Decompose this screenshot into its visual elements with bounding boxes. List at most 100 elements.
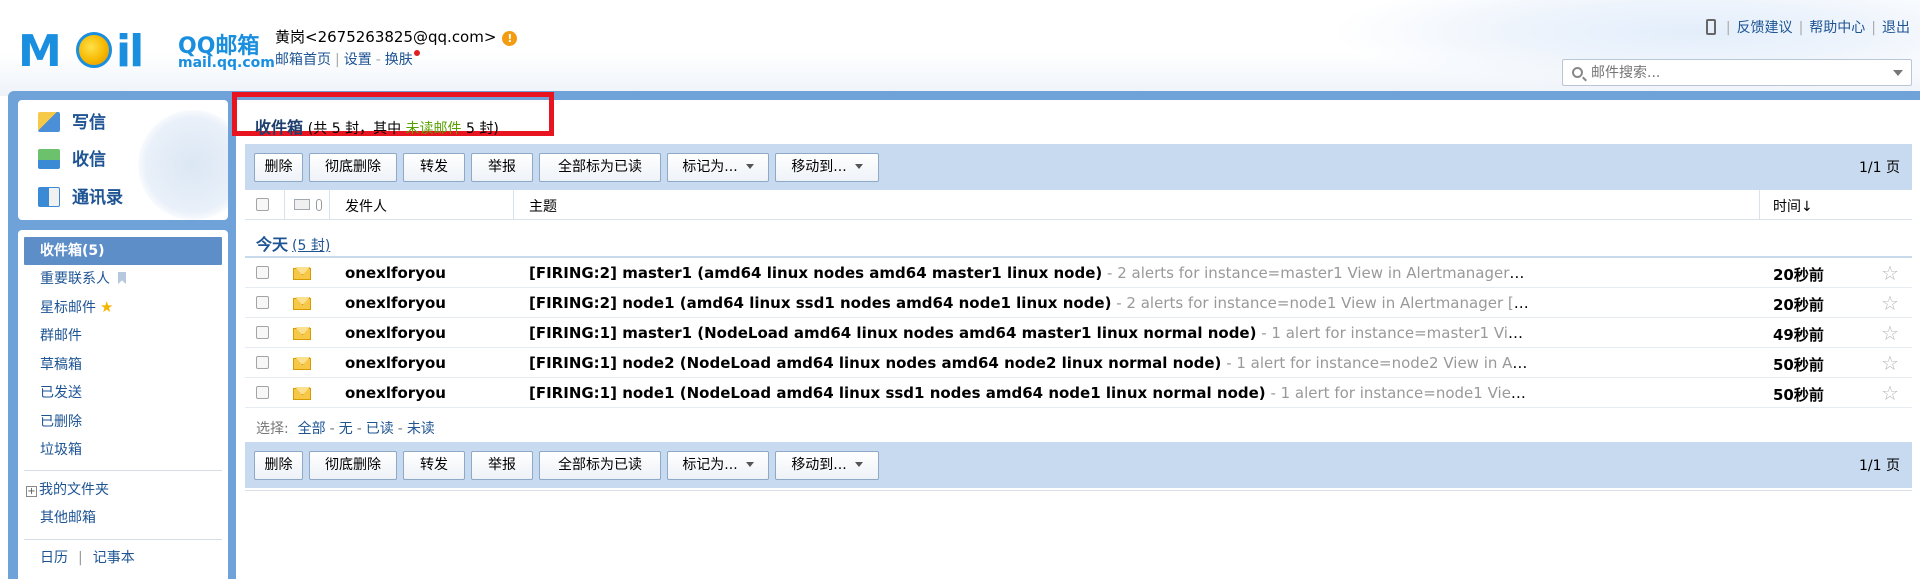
row-checkbox[interactable] bbox=[256, 356, 269, 369]
mail-row[interactable]: onexlforyou [FIRING:1] node2 (NodeLoad a… bbox=[245, 348, 1912, 378]
calendar-link[interactable]: 日历 bbox=[40, 550, 68, 566]
select-unread-link[interactable]: 未读 bbox=[407, 421, 435, 437]
mark-all-read-button[interactable]: 全部标为已读 bbox=[539, 451, 661, 480]
row-checkbox[interactable] bbox=[256, 266, 269, 279]
star-toggle-icon[interactable]: ☆ bbox=[1881, 321, 1899, 345]
toolbar-top: 删除 彻底删除 转发 举报 全部标为已读 标记为... 移动到... 1/1 页 bbox=[245, 144, 1912, 190]
group-count-link[interactable]: (5 封) bbox=[292, 238, 330, 254]
mail-from[interactable]: onexlforyou bbox=[345, 264, 446, 282]
delete-button[interactable]: 删除 bbox=[254, 153, 303, 182]
row-checkbox[interactable] bbox=[256, 296, 269, 309]
folder-spam[interactable]: 垃圾箱 bbox=[40, 436, 82, 464]
delete-forever-button[interactable]: 彻底删除 bbox=[309, 153, 397, 182]
contacts-icon bbox=[38, 187, 60, 207]
report-button[interactable]: 举报 bbox=[471, 451, 533, 480]
folder-inbox[interactable]: 收件箱(5) bbox=[24, 237, 222, 265]
unread-mail-link[interactable]: 未读邮件 bbox=[406, 121, 462, 137]
user-links: 邮箱首页 | 设置 - 换肤 bbox=[275, 49, 420, 69]
mail-subject[interactable]: [FIRING:2] node1 (amd64 linux ssd1 nodes… bbox=[529, 294, 1529, 312]
delete-button[interactable]: 删除 bbox=[254, 451, 303, 480]
expand-icon[interactable]: + bbox=[26, 486, 37, 497]
folder-group[interactable]: 群邮件 bbox=[40, 322, 82, 350]
mail-preview: - 1 alert for instance=master1 View in A… bbox=[1261, 324, 1529, 342]
folder-starred[interactable]: 星标邮件 ★ bbox=[40, 293, 113, 321]
report-button[interactable]: 举报 bbox=[471, 153, 533, 182]
folder-other-mailbox[interactable]: 其他邮箱 bbox=[40, 504, 96, 532]
move-to-dropdown[interactable]: 移动到... bbox=[775, 153, 879, 182]
sidebar-divider bbox=[24, 470, 222, 471]
mail-row[interactable]: onexlforyou [FIRING:1] node1 (NodeLoad a… bbox=[245, 378, 1912, 408]
select-none-link[interactable]: 无 bbox=[339, 421, 353, 437]
forward-button[interactable]: 转发 bbox=[403, 451, 465, 480]
folder-my-folders[interactable]: + 我的文件夹 bbox=[26, 476, 109, 504]
search-input[interactable] bbox=[1591, 62, 1881, 83]
feedback-link[interactable]: 反馈建议 bbox=[1737, 20, 1793, 36]
help-center-link[interactable]: 帮助中心 bbox=[1809, 20, 1865, 36]
select-read-link[interactable]: 已读 bbox=[366, 421, 394, 437]
list-bottom-divider bbox=[245, 490, 1912, 491]
delete-forever-button[interactable]: 彻底删除 bbox=[309, 451, 397, 480]
folder-deleted[interactable]: 已删除 bbox=[40, 408, 82, 436]
star-icon: ★ bbox=[100, 298, 114, 316]
phone-icon[interactable] bbox=[1705, 19, 1716, 35]
contacts-button[interactable]: 通讯录 bbox=[38, 183, 123, 213]
mail-subject[interactable]: [FIRING:1] master1 (NodeLoad amd64 linux… bbox=[529, 324, 1529, 342]
unread-envelope-icon bbox=[293, 388, 311, 400]
mail-time: 50秒前 bbox=[1773, 386, 1824, 404]
star-toggle-icon[interactable]: ☆ bbox=[1881, 261, 1899, 285]
mail-from[interactable]: onexlforyou bbox=[345, 324, 446, 342]
search-dropdown-icon[interactable] bbox=[1893, 70, 1903, 76]
mail-subject[interactable]: [FIRING:1] node1 (NodeLoad amd64 linux s… bbox=[529, 384, 1529, 402]
check-mail-button[interactable]: 收信 bbox=[38, 145, 106, 175]
mark-as-dropdown[interactable]: 标记为... bbox=[667, 451, 769, 480]
qq-mail-logo[interactable]: M il QQ邮箱 mail.qq.com bbox=[18, 24, 275, 77]
penguin-decoration bbox=[138, 110, 228, 220]
star-toggle-icon[interactable]: ☆ bbox=[1881, 291, 1899, 315]
mail-row[interactable]: onexlforyou [FIRING:1] master1 (NodeLoad… bbox=[245, 318, 1912, 348]
mail-time: 20秒前 bbox=[1773, 296, 1824, 314]
star-toggle-icon[interactable]: ☆ bbox=[1881, 351, 1899, 375]
mark-all-read-button[interactable]: 全部标为已读 bbox=[539, 153, 661, 182]
warning-icon[interactable]: ! bbox=[502, 31, 518, 46]
toolbar-bottom: 删除 彻底删除 转发 举报 全部标为已读 标记为... 移动到... 1/1 页 bbox=[245, 442, 1912, 488]
unread-envelope-icon bbox=[293, 358, 311, 370]
row-checkbox[interactable] bbox=[256, 386, 269, 399]
row-checkbox[interactable] bbox=[256, 326, 269, 339]
page-indicator: 1/1 页 bbox=[1859, 458, 1900, 474]
compose-button[interactable]: 写信 bbox=[38, 108, 106, 138]
select-all-link[interactable]: 全部 bbox=[298, 421, 326, 437]
mail-time: 50秒前 bbox=[1773, 356, 1824, 374]
mail-home-link[interactable]: 邮箱首页 bbox=[275, 52, 331, 68]
mail-from[interactable]: onexlforyou bbox=[345, 294, 446, 312]
star-toggle-icon[interactable]: ☆ bbox=[1881, 381, 1899, 405]
settings-link[interactable]: 设置 bbox=[344, 52, 372, 68]
forward-button[interactable]: 转发 bbox=[403, 153, 465, 182]
column-subject[interactable]: 主题 bbox=[529, 196, 557, 216]
page-indicator: 1/1 页 bbox=[1859, 160, 1900, 176]
logo-domain: mail.qq.com bbox=[178, 55, 275, 71]
mail-subject[interactable]: [FIRING:2] master1 (amd64 linux nodes am… bbox=[529, 264, 1529, 282]
change-skin-link[interactable]: 换肤 bbox=[385, 52, 413, 68]
new-dot-icon bbox=[413, 50, 420, 56]
mark-as-dropdown[interactable]: 标记为... bbox=[667, 153, 769, 182]
mail-from[interactable]: onexlforyou bbox=[345, 384, 446, 402]
mail-time: 49秒前 bbox=[1773, 326, 1824, 344]
select-all-checkbox[interactable] bbox=[256, 198, 269, 211]
folder-drafts[interactable]: 草稿箱 bbox=[40, 351, 82, 379]
folder-sent[interactable]: 已发送 bbox=[40, 379, 82, 407]
mail-from[interactable]: onexlforyou bbox=[345, 354, 446, 372]
mail-search[interactable] bbox=[1562, 59, 1912, 86]
column-time[interactable]: 时间↓ bbox=[1773, 196, 1813, 216]
mail-row[interactable]: onexlforyou [FIRING:2] node1 (amd64 linu… bbox=[245, 288, 1912, 318]
unread-envelope-icon bbox=[293, 328, 311, 340]
notebook-link[interactable]: 记事本 bbox=[93, 550, 135, 566]
attachment-icon bbox=[316, 199, 322, 211]
move-to-dropdown[interactable]: 移动到... bbox=[775, 451, 879, 480]
top-links: | 反馈建议 | 帮助中心 | 退出 bbox=[1705, 17, 1910, 37]
sidebar-tools: 日历 | 记事本 bbox=[40, 550, 135, 566]
folder-vip[interactable]: 重要联系人 bbox=[40, 265, 126, 293]
column-from[interactable]: 发件人 bbox=[345, 196, 387, 216]
logout-link[interactable]: 退出 bbox=[1882, 20, 1910, 36]
mail-subject[interactable]: [FIRING:1] node2 (NodeLoad amd64 linux n… bbox=[529, 354, 1529, 372]
mail-row[interactable]: onexlforyou [FIRING:2] master1 (amd64 li… bbox=[245, 258, 1912, 288]
